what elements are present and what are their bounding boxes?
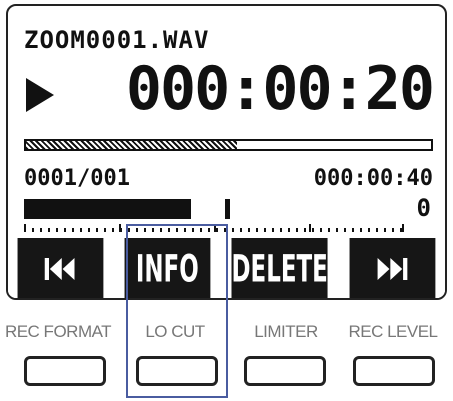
softkey-skip-forward — [349, 238, 436, 298]
clip-indicator: 0 — [416, 194, 431, 222]
softkey-bar: INFO DELETE — [8, 238, 445, 298]
total-time: 000:00:40 — [313, 166, 433, 191]
file-name: ZOOM0001.WAV — [24, 26, 210, 54]
skip-forward-icon — [378, 258, 409, 280]
track-number: 0001/001 — [24, 166, 130, 191]
peak-hold-marker — [225, 199, 231, 219]
level-scale-tick — [119, 224, 121, 232]
level-meter-scale — [24, 222, 404, 232]
rec-level-label: REC LEVEL — [348, 322, 438, 341]
limiter-button[interactable] — [244, 356, 326, 386]
softkey-delete-label: DELETE — [231, 247, 328, 291]
play-icon — [26, 78, 54, 112]
rec-level-button[interactable] — [353, 356, 435, 386]
level-scale-tick — [402, 224, 404, 232]
playback-progress-fill — [26, 141, 237, 149]
softkey-info: INFO — [124, 238, 210, 298]
softkey-delete: DELETE — [231, 238, 328, 298]
level-scale-tick — [309, 224, 311, 232]
lo-cut-button[interactable] — [136, 356, 218, 386]
rec-format-label: REC FORMAT — [4, 322, 112, 341]
level-meter-fill — [24, 199, 192, 219]
lo-cut-label: LO CUT — [145, 322, 205, 341]
softkey-info-label: INFO — [135, 247, 199, 291]
rec-format-button[interactable] — [24, 356, 106, 386]
time-counter: 000:00:20 — [125, 54, 435, 124]
skip-back-icon — [44, 258, 75, 280]
playback-progress-bar — [24, 139, 433, 151]
lcd-screen: ZOOM0001.WAV 000:00:20 0001/001 000:00:4… — [6, 4, 447, 300]
level-meter — [24, 199, 404, 219]
level-scale-tick — [214, 224, 216, 232]
softkey-skip-back — [17, 238, 104, 298]
limiter-label: LIMITER — [254, 322, 318, 341]
level-scale-tick — [24, 224, 26, 232]
